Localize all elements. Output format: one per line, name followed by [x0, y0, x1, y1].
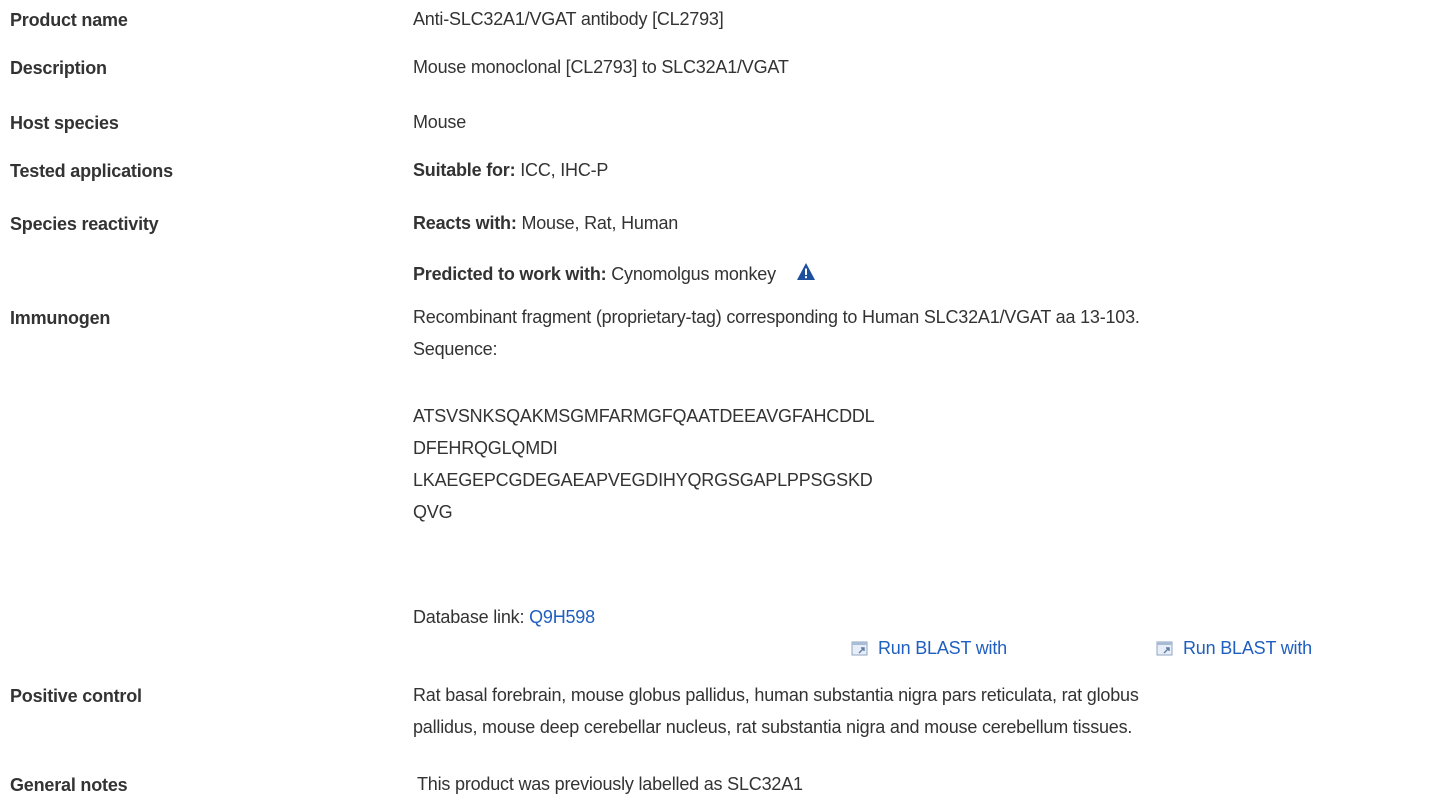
value-general-notes: This product was previously labelled as …: [417, 774, 803, 794]
label-immunogen: Immunogen: [10, 308, 111, 328]
run-blast-link-1[interactable]: Run BLAST with: [851, 638, 1007, 659]
label-host-species: Host species: [10, 113, 119, 133]
external-window-icon: [851, 641, 868, 655]
database-link-line: Database link: Q9H598: [413, 601, 1423, 633]
external-window-icon: [1156, 641, 1173, 655]
sequence-line: DFEHRQGLQMDI: [413, 438, 558, 458]
positive-control-line: pallidus, mouse deep cerebellar nucleus,…: [413, 717, 1133, 737]
run-blast-link-2[interactable]: Run BLAST with: [1156, 638, 1312, 659]
database-link-q9h598[interactable]: Q9H598: [529, 607, 595, 627]
predicted-prefix: Predicted to work with:: [413, 264, 607, 284]
immunogen-description: Recombinant fragment (proprietary-tag) c…: [413, 307, 1140, 327]
value-host-species: Mouse: [413, 112, 467, 132]
suitable-for-prefix: Suitable for:: [413, 160, 516, 180]
positive-control-line: Rat basal forebrain, mouse globus pallid…: [413, 685, 1139, 705]
suitable-for-list: ICC, IHC-P: [520, 160, 609, 180]
predicted-list: Cynomolgus monkey: [611, 264, 776, 284]
reacts-with-list: Mouse, Rat, Human: [521, 213, 679, 233]
datasheet-table: Product name Anti-SLC32A1/VGAT antibody …: [0, 0, 1431, 803]
label-product-name: Product name: [10, 10, 128, 30]
immunogen-sequence: ATSVSNKSQAKMSGMFARMGFQAATDEEAVGFAHCDDL D…: [413, 400, 1423, 528]
run-blast-label-1[interactable]: Run BLAST with: [878, 638, 1007, 659]
label-positive-control: Positive control: [10, 686, 142, 706]
label-tested-applications: Tested applications: [10, 161, 173, 181]
run-blast-label-2[interactable]: Run BLAST with: [1183, 638, 1312, 659]
sequence-line: QVG: [413, 502, 453, 522]
value-immunogen: Recombinant fragment (proprietary-tag) c…: [413, 301, 1423, 365]
sequence-line: LKAEGEPCGDEGAEAPVEGDIHYQRGSGAPLPPSGSKD: [413, 470, 873, 490]
value-tested-applications: Suitable for: ICC, IHC-P: [413, 154, 1423, 186]
value-product-name: Anti-SLC32A1/VGAT antibody [CL2793]: [413, 9, 724, 29]
reacts-with-prefix: Reacts with:: [413, 213, 517, 233]
label-description: Description: [10, 58, 107, 78]
value-reacts-with: Reacts with: Mouse, Rat, Human: [413, 207, 1423, 239]
immunogen-sequence-label: Sequence:: [413, 339, 498, 359]
value-predicted-to-work: Predicted to work with: Cynomolgus monke…: [413, 258, 1423, 290]
value-description: Mouse monoclonal [CL2793] to SLC32A1/VGA…: [413, 57, 789, 77]
value-positive-control: Rat basal forebrain, mouse globus pallid…: [413, 679, 1423, 743]
sequence-line: ATSVSNKSQAKMSGMFARMGFQAATDEEAVGFAHCDDL: [413, 406, 875, 426]
database-link-prefix: Database link:: [413, 607, 525, 627]
label-species-reactivity: Species reactivity: [10, 214, 159, 234]
label-general-notes: General notes: [10, 775, 128, 795]
warning-icon[interactable]: [796, 262, 816, 282]
